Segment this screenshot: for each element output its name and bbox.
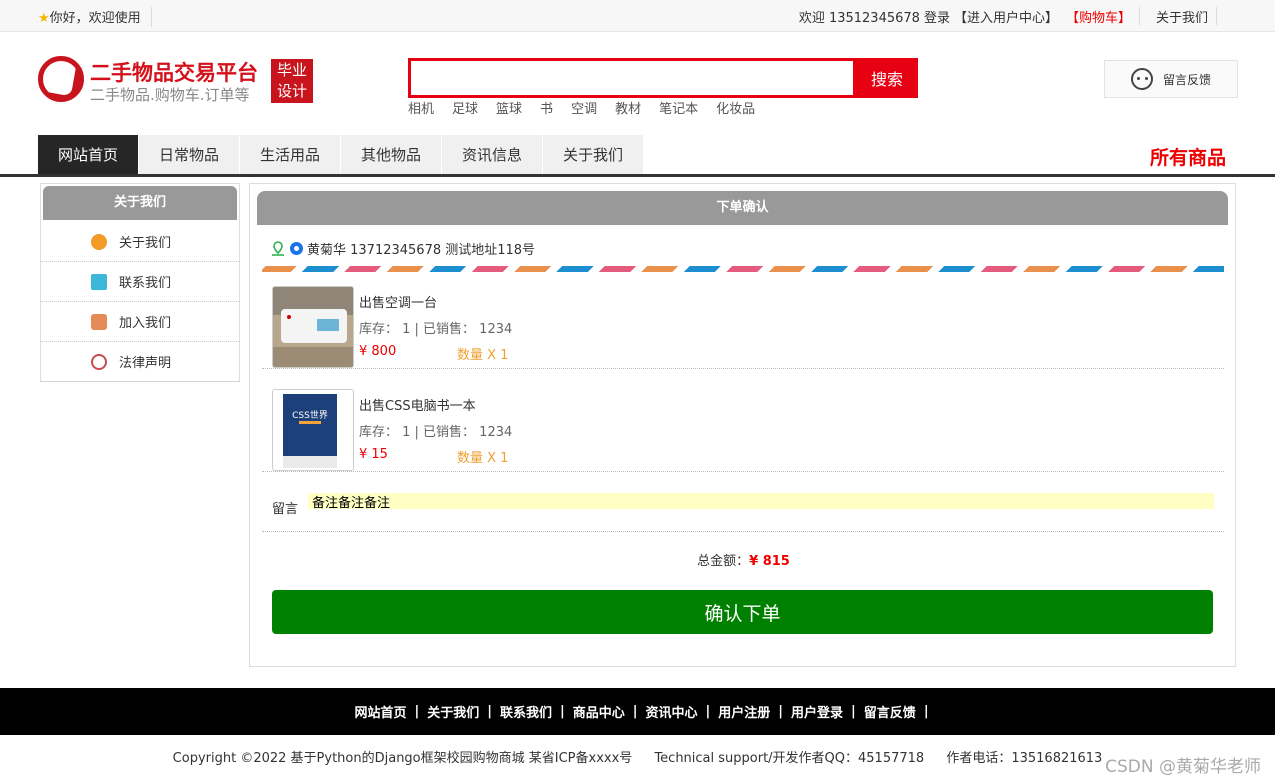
search-button[interactable]: 搜索	[856, 58, 918, 98]
copyright-text: Copyright ©2022 基于Python的Django框架校园购物商城 …	[172, 751, 633, 766]
footer-link[interactable]: 用户注册	[710, 702, 778, 721]
product-stock: 库存： 1 | 已销售： 1234	[359, 322, 513, 337]
product-quantity: 数量 X 1	[457, 348, 509, 363]
address-row[interactable]: 黄菊华 13712345678 测试地址118号	[270, 239, 535, 258]
product-image-aircon[interactable]	[272, 286, 354, 368]
top-bar: ★你好，欢迎使用 欢迎 13512345678 登录 【进入用户中心】 【购物车…	[0, 0, 1275, 32]
nav-item-other[interactable]: 其他物品	[341, 135, 442, 174]
divider	[1138, 7, 1148, 25]
welcome-text: 欢迎 13512345678	[798, 11, 920, 26]
footer-link[interactable]: 用户登录	[783, 702, 851, 721]
remark-input[interactable]	[308, 493, 1214, 509]
feedback-label: 留言反馈	[1162, 72, 1211, 87]
sidebar-item-join[interactable]: 加入我们	[41, 302, 239, 342]
support-text: Technical support/开发作者QQ：45157718	[654, 751, 925, 766]
sidebar-item-label: 关于我们	[119, 236, 172, 251]
copyright: Copyright ©2022 基于Python的Django框架校园购物商城 …	[0, 747, 1275, 766]
main-nav: 网站首页 日常物品 生活用品 其他物品 资讯信息 关于我们 所有商品	[0, 135, 1275, 177]
nav-item-about[interactable]: 关于我们	[543, 135, 644, 174]
sidebar-item-about[interactable]: 关于我们	[41, 222, 239, 262]
hotword[interactable]: 空调	[571, 98, 597, 117]
product-price: ¥ 15	[359, 447, 388, 462]
hotword[interactable]: 化妆品	[716, 98, 755, 117]
divider	[1216, 7, 1225, 25]
product-row: 出售空调一台 库存： 1 | 已销售： 1234 ¥ 800 数量 X 1	[262, 276, 1224, 369]
nav-item-living[interactable]: 生活用品	[240, 135, 341, 174]
product-stock: 库存： 1 | 已销售： 1234	[359, 425, 513, 440]
star-icon: ★	[38, 11, 50, 26]
footer-nav: 网站首页 | 关于我们 | 联系我们 | 商品中心 | 资讯中心 | 用户注册 | 用户登录…	[0, 688, 1275, 735]
location-icon	[272, 240, 284, 256]
site-subtitle: 二手物品.购物车.订单等	[90, 86, 250, 104]
order-total: 总金额：¥ 815	[250, 550, 1237, 569]
sidebar: 关于我们 关于我们 联系我们 加入我们 法律声明	[40, 183, 240, 382]
product-name[interactable]: 出售CSS电脑书一本	[359, 395, 476, 414]
total-value: ¥ 815	[749, 554, 790, 569]
sidebar-item-label: 加入我们	[119, 316, 172, 331]
hotword[interactable]: 书	[540, 98, 553, 117]
badge-line: 设计	[276, 82, 307, 100]
feedback-button[interactable]: 留言反馈	[1104, 60, 1238, 98]
logo-badge: 毕业 设计	[271, 59, 313, 103]
sidebar-item-legal[interactable]: 法律声明	[41, 342, 239, 382]
address-radio[interactable]	[290, 242, 303, 255]
user-center-link[interactable]: 【进入用户中心】	[950, 7, 1062, 26]
product-image-book[interactable]: CSS世界	[272, 389, 354, 471]
sidebar-item-contact[interactable]: 联系我们	[41, 262, 239, 302]
order-title: 下单确认	[257, 191, 1228, 225]
footer-link[interactable]: 网站首页	[346, 702, 414, 721]
clipboard-icon	[91, 273, 107, 290]
sidebar-title: 关于我们	[43, 186, 237, 220]
search-box: 搜索	[408, 58, 918, 98]
footer-link[interactable]: 资讯中心	[638, 702, 706, 721]
site-title: 二手物品交易平台	[90, 61, 258, 85]
login-link[interactable]: 登录	[924, 7, 950, 26]
footer-link[interactable]: 商品中心	[565, 702, 633, 721]
hotword[interactable]: 足球	[452, 98, 478, 117]
info-icon	[91, 233, 107, 250]
about-link[interactable]: 关于我们	[1152, 7, 1212, 26]
product-price: ¥ 800	[359, 344, 397, 359]
top-links: 欢迎 13512345678 登录 【进入用户中心】 【购物车】 关于我们	[795, 7, 1229, 26]
hot-keywords: 相机 足球 篮球 书 空调 教材 笔记本 化妆品	[408, 98, 755, 117]
greeting-text: 你好，欢迎使用	[49, 11, 141, 26]
service-agent-icon	[1130, 68, 1153, 90]
sidebar-item-label: 法律声明	[119, 356, 172, 371]
remark-label: 留言	[272, 502, 299, 517]
total-label: 总金额：	[697, 554, 750, 569]
confirm-order-button[interactable]: 确认下单	[272, 590, 1213, 634]
nav-item-daily[interactable]: 日常物品	[139, 135, 240, 174]
divider: |	[923, 704, 929, 719]
greeting: ★你好，欢迎使用	[38, 7, 152, 27]
power-icon	[91, 353, 107, 370]
order-panel: 下单确认 黄菊华 13712345678 测试地址118号 出售空调一台 库存：…	[249, 183, 1236, 667]
product-quantity: 数量 X 1	[457, 451, 509, 466]
hotword[interactable]: 笔记本	[659, 98, 698, 117]
hotword[interactable]: 篮球	[496, 98, 522, 117]
product-name[interactable]: 出售空调一台	[359, 292, 437, 311]
footer-link[interactable]: 联系我们	[492, 702, 560, 721]
nav-item-news[interactable]: 资讯信息	[442, 135, 543, 174]
sidebar-item-label: 联系我们	[119, 276, 172, 291]
header: 二手物品交易平台 二手物品.购物车.订单等 毕业设计 搜索 相机 足球 篮球 书…	[0, 32, 1275, 132]
search-input[interactable]	[408, 58, 856, 98]
lock-icon	[91, 313, 107, 330]
hotword[interactable]: 相机	[408, 98, 434, 117]
book-cover-title: CSS世界	[292, 409, 328, 421]
badge-line: 毕业	[276, 61, 307, 79]
cart-link[interactable]: 【购物车】	[1062, 7, 1135, 26]
address-text: 黄菊华 13712345678 测试地址118号	[307, 243, 536, 258]
logo-icon	[38, 56, 84, 102]
all-products-link[interactable]: 所有商品	[1150, 143, 1226, 170]
footer-link[interactable]: 留言反馈	[856, 702, 924, 721]
envelope-stripe	[262, 266, 1224, 272]
phone-text: 作者电话：13516821613	[946, 751, 1103, 766]
product-row: CSS世界 出售CSS电脑书一本 库存： 1 | 已销售： 1234 ¥ 15 …	[262, 379, 1224, 472]
footer-link[interactable]: 关于我们	[419, 702, 487, 721]
hotword[interactable]: 教材	[615, 98, 641, 117]
nav-item-home[interactable]: 网站首页	[38, 135, 139, 174]
remark-row: 留言	[262, 484, 1224, 532]
watermark: CSDN @黄菊华老师	[1105, 757, 1261, 777]
